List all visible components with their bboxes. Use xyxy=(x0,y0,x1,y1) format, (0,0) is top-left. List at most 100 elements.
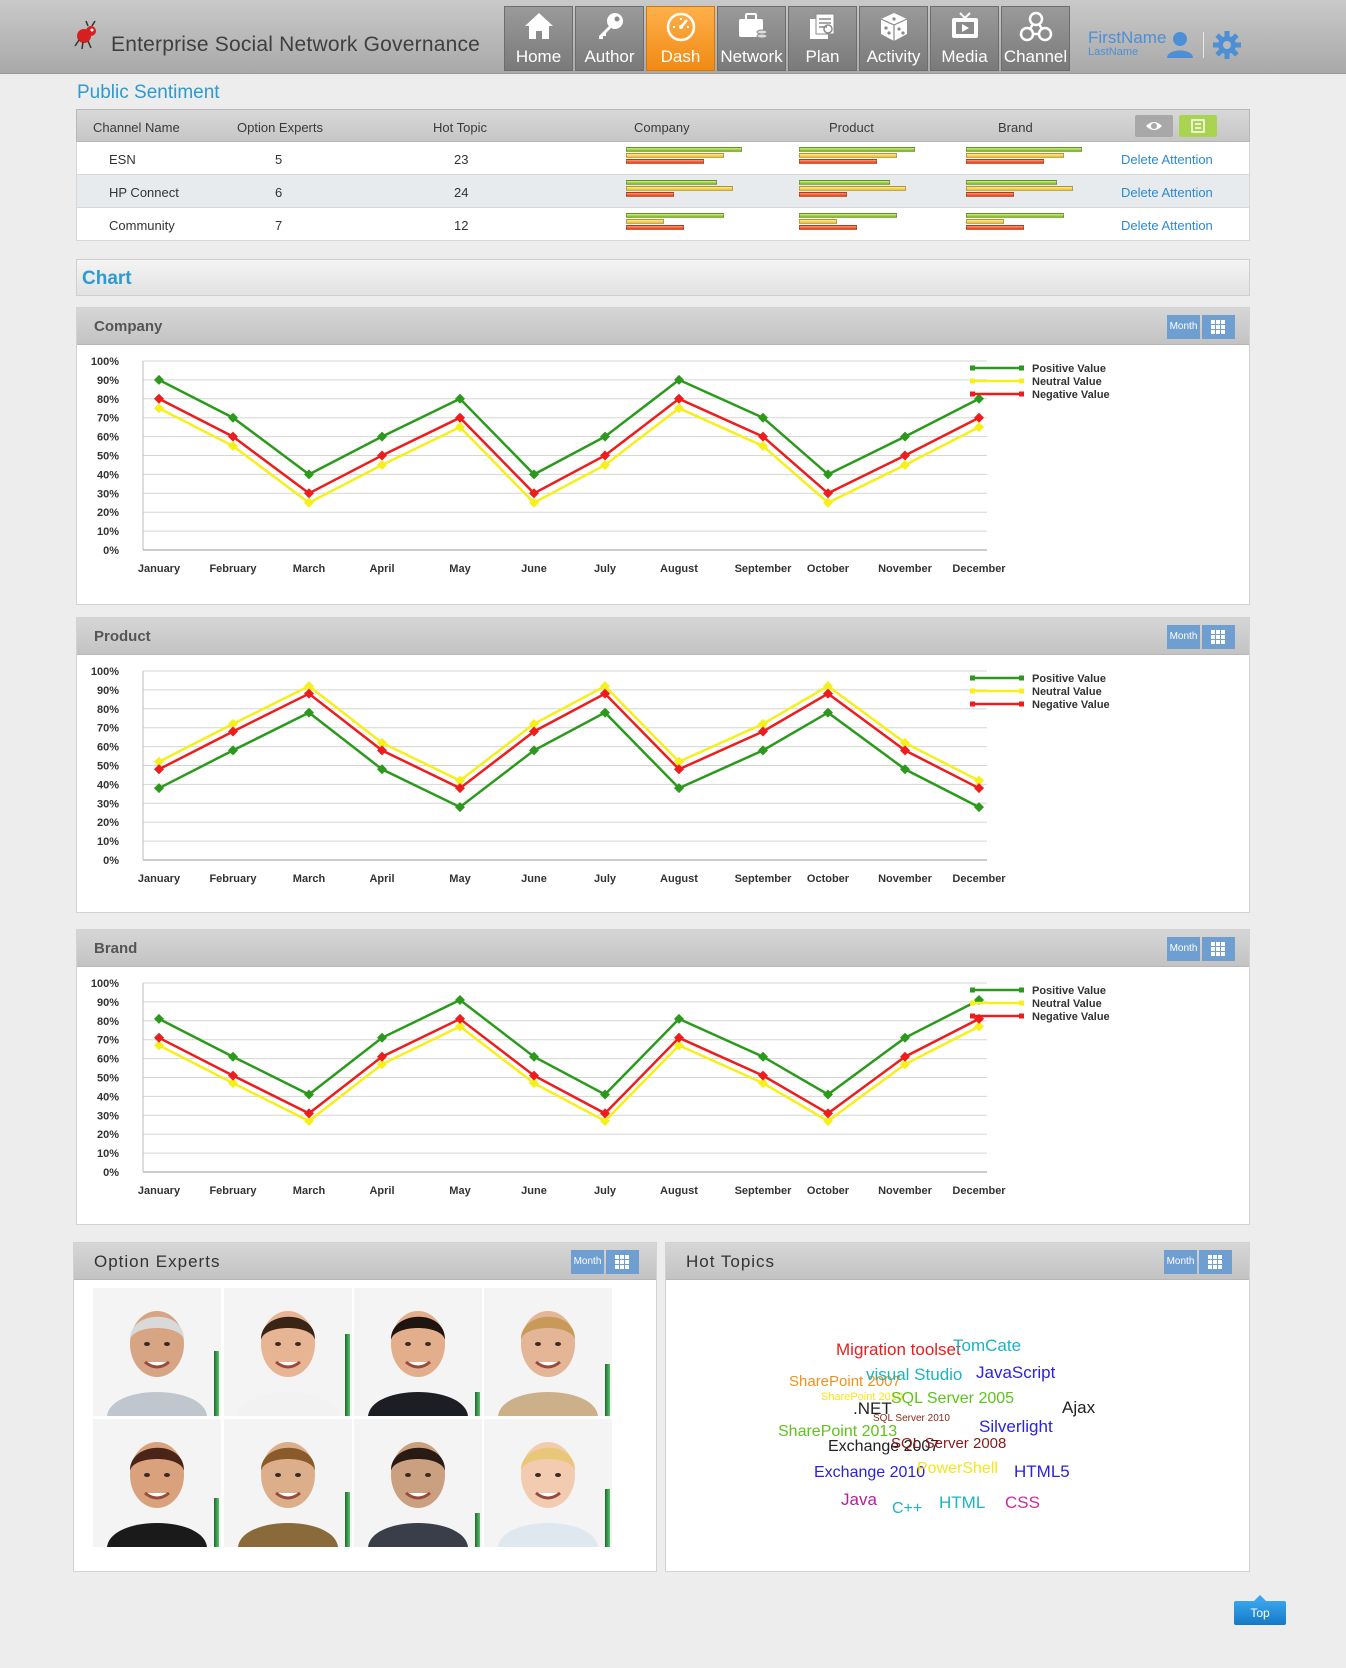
user-last-name: LastName xyxy=(1088,46,1139,58)
data-point xyxy=(377,459,387,470)
product-month-button[interactable]: Month xyxy=(1167,625,1200,649)
y-tick-label: 70% xyxy=(97,1035,119,1047)
expert-avatar[interactable] xyxy=(93,1288,221,1416)
expert-avatar[interactable] xyxy=(224,1419,352,1547)
nav-home[interactable]: Home xyxy=(504,6,573,71)
expert-avatar[interactable] xyxy=(224,1288,352,1416)
nav-plan[interactable]: Plan xyxy=(788,6,857,71)
x-tick-label: July xyxy=(594,563,617,575)
product-chart-header: Product Month xyxy=(77,618,1249,655)
topic-tag[interactable]: Silverlight xyxy=(979,1417,1053,1437)
y-tick-label: 20% xyxy=(97,507,119,519)
topic-tag[interactable]: Migration toolset xyxy=(836,1340,961,1360)
neutral-bar xyxy=(966,219,1004,224)
brand-month-button[interactable]: Month xyxy=(1167,937,1200,961)
expert-avatar[interactable] xyxy=(354,1419,482,1547)
expert-avatar[interactable] xyxy=(484,1288,612,1416)
nav-network[interactable]: Network xyxy=(717,6,786,71)
nav-activity-label: Activity xyxy=(866,47,921,66)
negative-bar xyxy=(966,159,1044,164)
experts-grid-button[interactable] xyxy=(606,1250,639,1274)
neutral-bar xyxy=(626,219,664,224)
list-view-button[interactable] xyxy=(1179,115,1217,137)
ant-logo-icon xyxy=(74,20,96,50)
nav-channel[interactable]: Channel xyxy=(1001,6,1070,71)
y-tick-label: 20% xyxy=(97,1129,119,1141)
company-chart-title: Company xyxy=(94,318,163,335)
topic-tag[interactable]: C++ xyxy=(892,1500,922,1518)
channel-name-cell: Community xyxy=(109,218,175,233)
legend-marker xyxy=(970,391,975,397)
expert-score-bar xyxy=(345,1334,350,1416)
topic-tag[interactable]: Java xyxy=(841,1490,877,1510)
user-icon[interactable] xyxy=(1165,30,1195,60)
y-tick-label: 100% xyxy=(91,978,119,990)
grid-icon xyxy=(1208,1255,1223,1269)
data-point xyxy=(758,1070,768,1081)
delete-attention-link[interactable]: Delete Attention xyxy=(1121,185,1213,200)
positive-bar xyxy=(626,147,742,152)
brand-chart-panel: Brand Month 0% 10% 20% 30% 40% 50% 60% 70% 80% 90… xyxy=(76,929,1250,1225)
topic-tag[interactable]: PowerShell xyxy=(917,1460,998,1478)
table-row: ESN 5 23 Delete Attention xyxy=(76,142,1250,175)
company-sentiment-bars xyxy=(626,180,733,198)
app-title: Enterprise Social Network Governance xyxy=(111,33,481,56)
gear-icon[interactable] xyxy=(1212,30,1242,60)
legend-marker xyxy=(1019,365,1024,371)
back-to-top-button[interactable]: Top xyxy=(1234,1595,1286,1625)
legend-marker xyxy=(1019,391,1024,397)
company-chart-panel: Company Month 0% 10% 20% 30% 40% 50% 60% 70% 80%… xyxy=(76,307,1250,605)
topics-month-button[interactable]: Month xyxy=(1164,1250,1197,1274)
company-grid-button[interactable] xyxy=(1202,315,1235,339)
expert-avatar[interactable] xyxy=(484,1419,612,1547)
topic-tag[interactable]: JavaScript xyxy=(976,1363,1055,1383)
expert-avatar[interactable] xyxy=(93,1419,221,1547)
delete-attention-link[interactable]: Delete Attention xyxy=(1121,152,1213,167)
experts-month-button[interactable]: Month xyxy=(571,1250,604,1274)
x-tick-label: June xyxy=(521,563,547,575)
topic-tag[interactable]: HTML xyxy=(939,1493,985,1513)
expert-avatar[interactable] xyxy=(354,1288,482,1416)
topic-tag[interactable]: Ajax xyxy=(1062,1398,1095,1418)
neutral-bar xyxy=(626,186,733,191)
nav-dash[interactable]: Dash xyxy=(646,6,715,71)
topics-grid-button[interactable] xyxy=(1199,1250,1232,1274)
product-grid-button[interactable] xyxy=(1202,625,1235,649)
view-button[interactable] xyxy=(1135,115,1173,137)
nav-activity[interactable]: Activity xyxy=(859,6,928,71)
x-tick-label: February xyxy=(209,873,257,885)
topic-tag[interactable]: TomCate xyxy=(953,1336,1021,1356)
col-product: Product xyxy=(829,120,874,135)
legend-marker xyxy=(1019,1000,1024,1006)
nav-home-label: Home xyxy=(515,47,562,66)
topic-tag[interactable]: HTML5 xyxy=(1014,1462,1070,1482)
topic-tag[interactable]: Exchange 2010 xyxy=(814,1464,925,1482)
grid-icon xyxy=(1211,320,1226,334)
topic-tag[interactable]: visual Studio xyxy=(866,1365,962,1385)
x-tick-label: May xyxy=(449,563,471,575)
header-divider xyxy=(1203,32,1204,58)
neutral-bar xyxy=(799,219,837,224)
hot-topics-title: Hot Topics xyxy=(686,1252,776,1271)
x-tick-label: January xyxy=(138,1185,181,1197)
topic-tag[interactable]: SQL Server 2005 xyxy=(891,1390,1014,1408)
legend-marker xyxy=(970,688,975,694)
product-sentiment-bars xyxy=(799,147,915,165)
legend-marker xyxy=(1019,701,1024,707)
nav-author[interactable]: Author xyxy=(575,6,644,71)
brand-grid-button[interactable] xyxy=(1202,937,1235,961)
expert-score-bar xyxy=(475,1513,480,1547)
positive-bar xyxy=(799,180,890,185)
x-tick-label: September xyxy=(735,873,793,885)
nav-media[interactable]: Media xyxy=(930,6,999,71)
positive-bar xyxy=(626,213,724,218)
topic-tag[interactable]: CSS xyxy=(1005,1493,1040,1513)
user-first-name[interactable]: FirstName xyxy=(1088,28,1166,48)
y-tick-label: 40% xyxy=(97,469,119,481)
company-month-button[interactable]: Month xyxy=(1167,315,1200,339)
brand-sentiment-bars xyxy=(966,147,1082,165)
key-icon xyxy=(598,13,623,39)
positive-value-line xyxy=(158,378,980,476)
delete-attention-link[interactable]: Delete Attention xyxy=(1121,218,1213,233)
topic-tag[interactable]: SQL Server 2008 xyxy=(891,1435,1006,1452)
